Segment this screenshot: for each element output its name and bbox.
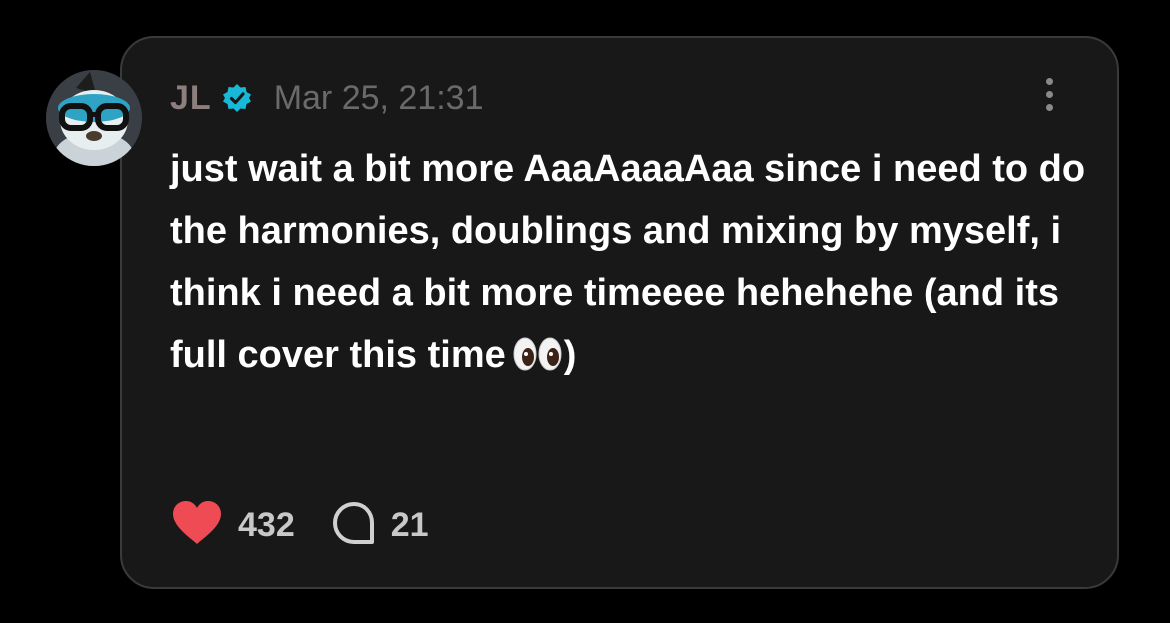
eyes-emoji-icon — [512, 330, 564, 371]
username[interactable]: JL — [170, 79, 212, 118]
post-text: just wait a bit more AaaAaaaAaa since i … — [170, 138, 1090, 386]
more-vertical-icon — [1035, 78, 1063, 111]
heart-icon — [170, 500, 224, 551]
comment-count: 21 — [390, 505, 429, 544]
post-text-content: just wait a bit more AaaAaaaAaa since i … — [170, 148, 1086, 376]
avatar[interactable] — [46, 70, 142, 166]
more-options-button[interactable] — [1035, 78, 1063, 116]
avatar-image — [46, 70, 142, 166]
comment-button[interactable]: 21 — [331, 500, 429, 551]
comment-bubble-icon — [331, 500, 377, 551]
post-actions: 432 21 — [170, 500, 429, 550]
post-text-suffix: ) — [563, 334, 577, 376]
like-button[interactable]: 432 — [170, 500, 295, 551]
post-header: JL Mar 25, 21:31 — [170, 78, 483, 118]
verified-badge-icon — [222, 83, 252, 113]
like-count: 432 — [238, 505, 295, 544]
timestamp: Mar 25, 21:31 — [273, 78, 484, 117]
